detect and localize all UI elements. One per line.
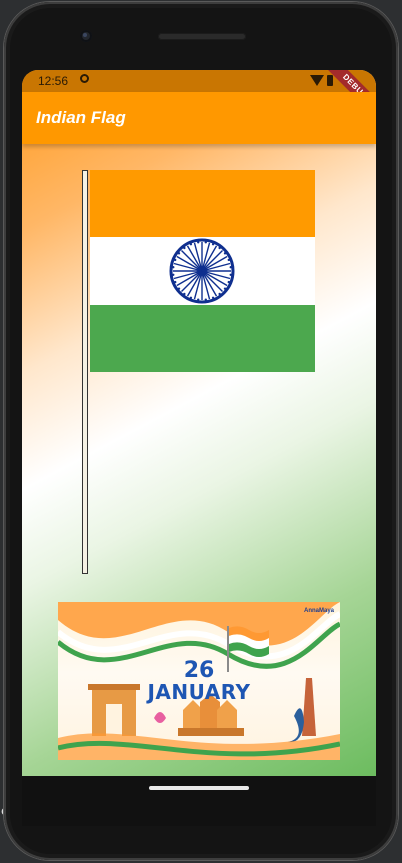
speaker-grille bbox=[158, 33, 246, 40]
flagpole bbox=[82, 170, 88, 574]
app-screen: 12:56 DEBUG Indian Flag AnnaMaya 26 JANU… bbox=[22, 70, 376, 776]
app-status-icon bbox=[80, 74, 89, 83]
banner-logo: AnnaMaya bbox=[303, 608, 334, 614]
republic-day-banner: AnnaMaya 26 JANUARY bbox=[58, 602, 340, 760]
navigation-bar bbox=[22, 776, 376, 826]
app-bar: Indian Flag bbox=[22, 92, 376, 144]
indian-flag bbox=[90, 170, 315, 372]
ashoka-chakra-icon bbox=[169, 238, 235, 304]
status-bar: 12:56 bbox=[22, 70, 376, 92]
battery-icon bbox=[327, 75, 333, 86]
camera-icon bbox=[80, 30, 92, 42]
flag-white-stripe bbox=[90, 237, 315, 305]
flag-green-stripe bbox=[90, 305, 315, 372]
wifi-icon bbox=[310, 75, 324, 86]
home-indicator[interactable] bbox=[149, 786, 249, 790]
flag-saffron-stripe bbox=[90, 170, 315, 237]
page-title: Indian Flag bbox=[36, 108, 126, 127]
banner-month-text: JANUARY bbox=[147, 680, 251, 704]
status-time: 12:56 bbox=[38, 74, 69, 88]
